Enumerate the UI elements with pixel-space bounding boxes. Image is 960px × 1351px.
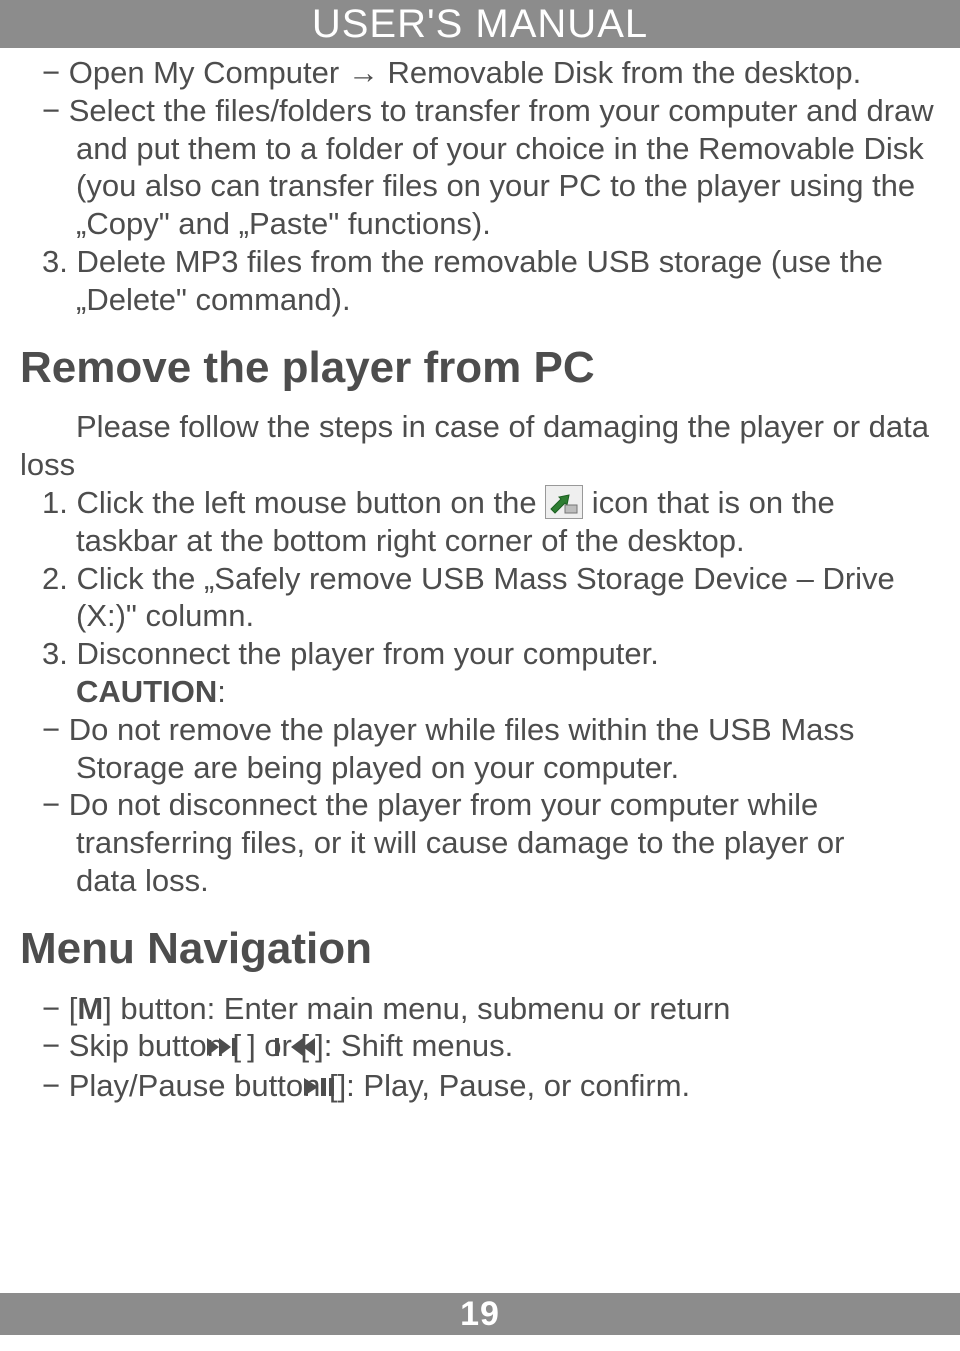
text: „Copy" and „Paste" functions). xyxy=(76,206,491,241)
text: 3. Disconnect the player from your compu… xyxy=(42,636,659,671)
header-bar: USER'S MANUAL xyxy=(0,0,960,48)
text: 3. Delete MP3 files from the removable U… xyxy=(42,244,883,279)
numbered-item: 1. Click the left mouse button on the ic… xyxy=(20,484,940,522)
text: loss xyxy=(20,447,75,482)
text: Select the files/folders to transfer fro… xyxy=(69,93,934,128)
bullet-cont: Storage are being played on your compute… xyxy=(20,749,940,787)
text: ]: Shift menus. xyxy=(315,1028,513,1063)
bullet-cont: and put them to a folder of your choice … xyxy=(20,130,940,168)
bullet-item: − Play/Pause button []: Play, Pause, or … xyxy=(20,1067,940,1107)
safely-remove-icon xyxy=(545,485,583,519)
text: 2. Click the „Safely remove USB Mass Sto… xyxy=(42,561,895,596)
page-content: − Open My Computer → Removable Disk from… xyxy=(0,48,960,1107)
section-heading-menu: Menu Navigation xyxy=(20,922,940,976)
section-heading-remove: Remove the player from PC xyxy=(20,341,940,395)
numbered-cont: (X:)" column. xyxy=(20,597,940,635)
bullet-item: − [M] button: Enter main menu, submenu o… xyxy=(20,990,940,1028)
numbered-item: 3. Delete MP3 files from the removable U… xyxy=(20,243,940,281)
text: Do not remove the player while files wit… xyxy=(69,712,855,747)
bullet-cont: transferring files, or it will cause dam… xyxy=(20,824,940,862)
bullet-cont: data loss. xyxy=(20,862,940,900)
bullet-item: − Skip button [] or []: Shift menus. xyxy=(20,1027,940,1067)
bullet-cont: (you also can transfer files on your PC … xyxy=(20,167,940,205)
numbered-item: 3. Disconnect the player from your compu… xyxy=(20,635,940,673)
bullet-item: − Do not disconnect the player from your… xyxy=(20,786,940,824)
text: transferring files, or it will cause dam… xyxy=(76,825,844,860)
text: Open My Computer → Removable Disk from t… xyxy=(69,55,862,90)
page-number: 19 xyxy=(460,1295,500,1333)
text: Please follow the steps in case of damag… xyxy=(76,409,929,444)
numbered-cont: „Delete" command). xyxy=(20,281,940,319)
text: 1. Click the left mouse button on the xyxy=(42,485,545,520)
text: (you also can transfer files on your PC … xyxy=(76,168,915,203)
bullet-item: − Open My Computer → Removable Disk from… xyxy=(20,54,940,92)
footer-bar: 19 xyxy=(0,1293,960,1335)
bullet-cont: „Copy" and „Paste" functions). xyxy=(20,205,940,243)
text: Do not disconnect the player from your c… xyxy=(69,787,819,822)
text: Play/Pause button [ xyxy=(69,1068,338,1103)
text: (X:)" column. xyxy=(76,598,254,633)
text: and put them to a folder of your choice … xyxy=(76,131,924,166)
bullet-item: − Do not remove the player while files w… xyxy=(20,711,940,749)
header-title: USER'S MANUAL xyxy=(312,2,648,46)
text: taskbar at the bottom right corner of th… xyxy=(76,523,745,558)
m-button-glyph: M xyxy=(77,991,103,1026)
text: ] button: Enter main menu, submenu or re… xyxy=(103,991,730,1026)
text: Storage are being played on your compute… xyxy=(76,750,679,785)
text: „Delete" command). xyxy=(76,282,351,317)
lead-text: Please follow the steps in case of damag… xyxy=(20,408,940,446)
lead-text: loss xyxy=(20,446,940,484)
numbered-cont: taskbar at the bottom right corner of th… xyxy=(20,522,940,560)
text: CAUTION xyxy=(76,674,217,709)
text: icon that is on the xyxy=(583,485,835,520)
bullet-item: − Select the files/folders to transfer f… xyxy=(20,92,940,130)
caution-label: CAUTION: xyxy=(20,673,940,711)
numbered-item: 2. Click the „Safely remove USB Mass Sto… xyxy=(20,560,940,598)
text: data loss. xyxy=(76,863,209,898)
text: ]: Play, Pause, or confirm. xyxy=(338,1068,691,1103)
